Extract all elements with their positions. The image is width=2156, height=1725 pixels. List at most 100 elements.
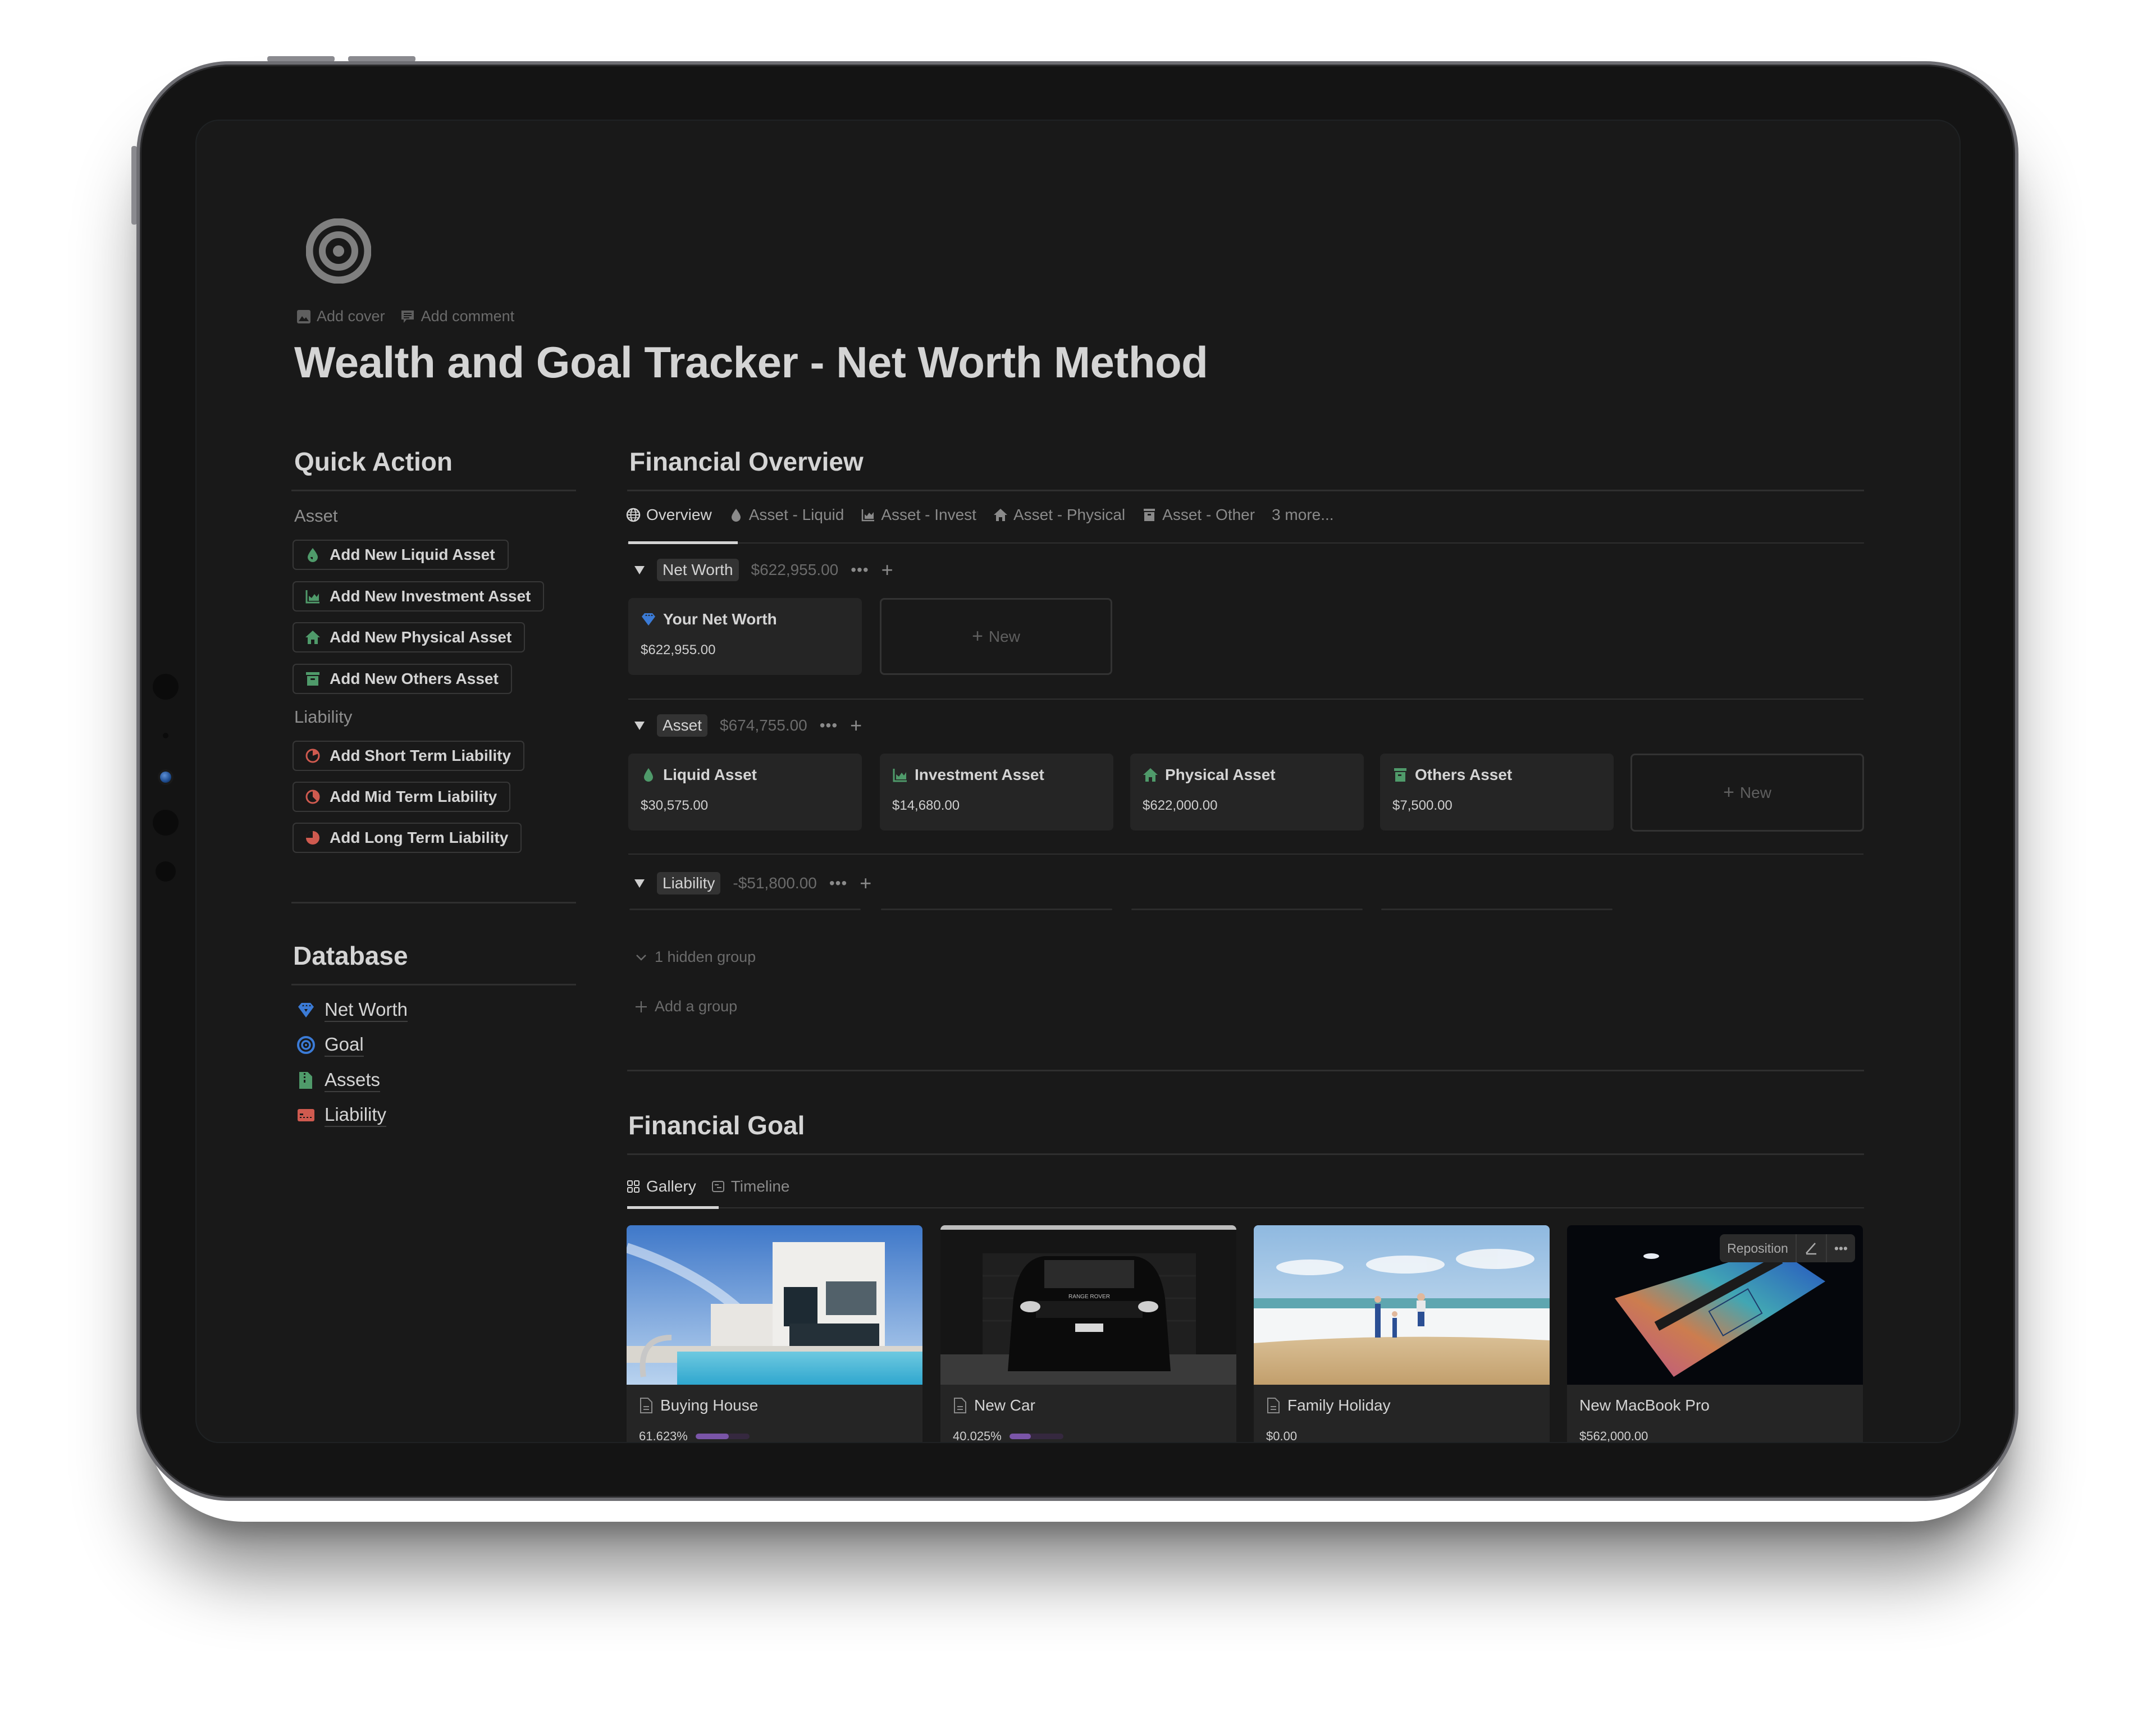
page-title[interactable]: Wealth and Goal Tracker - Net Worth Meth… bbox=[294, 337, 1208, 388]
new-card-button[interactable]: + New bbox=[1630, 754, 1864, 832]
collapse-caret-icon[interactable] bbox=[634, 721, 645, 730]
hidden-groups-label: 1 hidden group bbox=[655, 948, 756, 965]
tab-label: Asset - Invest bbox=[881, 506, 976, 523]
card-progress: 40.025% bbox=[953, 1429, 1063, 1442]
card-title-text: New Car bbox=[974, 1397, 1035, 1414]
tab-asset-physical[interactable]: Asset - Physical bbox=[993, 506, 1125, 524]
card-title-text: Liquid Asset bbox=[663, 766, 757, 783]
edit-cover-button[interactable] bbox=[1795, 1234, 1826, 1262]
database-link-assets[interactable]: Assets bbox=[296, 1069, 381, 1092]
database-link-liability[interactable]: Liability bbox=[296, 1103, 387, 1127]
card-title: Your Net Worth bbox=[641, 610, 777, 628]
tab-timeline[interactable]: Timeline bbox=[711, 1178, 790, 1195]
financial-overview-heading: Financial Overview bbox=[629, 447, 864, 476]
divider bbox=[291, 490, 576, 491]
new-card-button[interactable]: + New bbox=[880, 598, 1112, 675]
target-icon[interactable] bbox=[306, 218, 371, 284]
reposition-button[interactable]: Reposition bbox=[1720, 1234, 1796, 1262]
more-options-icon[interactable]: ••• bbox=[820, 717, 838, 734]
group-header-net-worth: Net Worth $622,955.00 ••• + bbox=[634, 559, 893, 581]
collapse-caret-icon[interactable] bbox=[634, 879, 645, 888]
card-value: $622,955.00 bbox=[641, 642, 716, 658]
button-label: Add New Others Asset bbox=[330, 670, 499, 687]
goal-value: $562,000.00 bbox=[1579, 1429, 1648, 1443]
button-label: Add New Liquid Asset bbox=[330, 546, 495, 563]
add-investment-asset-button[interactable]: Add New Investment Asset bbox=[293, 581, 545, 611]
gallery-grid-icon bbox=[627, 1180, 640, 1193]
tab-asset-liquid[interactable]: Asset - Liquid bbox=[729, 506, 844, 524]
more-options-icon: ••• bbox=[1834, 1240, 1848, 1256]
asset-section-label: Asset bbox=[294, 506, 338, 526]
sensor bbox=[153, 810, 179, 836]
add-card-icon[interactable]: + bbox=[881, 560, 893, 580]
database-link-net-worth[interactable]: Net Worth bbox=[296, 998, 408, 1022]
credit-card-icon bbox=[298, 1109, 314, 1121]
droplet-icon bbox=[644, 768, 653, 782]
add-group-button[interactable]: Add a group bbox=[634, 998, 737, 1015]
add-comment-label: Add comment bbox=[421, 308, 515, 325]
database-link-label: Assets bbox=[325, 1069, 381, 1092]
globe-icon bbox=[626, 508, 641, 522]
card-title: Physical Asset bbox=[1143, 766, 1276, 784]
board-card[interactable]: Your Net Worth $622,955.00 bbox=[628, 598, 862, 675]
plus-icon: + bbox=[1723, 782, 1734, 803]
add-cover-button[interactable]: Add cover bbox=[296, 308, 385, 325]
group-header-asset: Asset $674,755.00 ••• + bbox=[634, 714, 862, 737]
tab-overview[interactable]: Overview bbox=[626, 506, 712, 524]
tab-asset-invest[interactable]: Asset - Invest bbox=[861, 506, 976, 524]
card-title: Family Holiday bbox=[1266, 1397, 1391, 1414]
target-icon bbox=[297, 1036, 315, 1054]
add-liquid-asset-button[interactable]: Add New Liquid Asset bbox=[293, 540, 509, 570]
front-camera bbox=[160, 772, 171, 783]
chart-icon bbox=[305, 590, 319, 604]
gallery-card-family-holiday[interactable]: Family Holiday $0.00 bbox=[1254, 1225, 1550, 1442]
database-link-goal[interactable]: Goal bbox=[296, 1033, 364, 1057]
add-physical-asset-button[interactable]: Add New Physical Asset bbox=[293, 622, 526, 652]
quick-action-heading: Quick Action bbox=[294, 447, 453, 476]
card-edge bbox=[1131, 909, 1363, 910]
card-title-text: Physical Asset bbox=[1165, 766, 1276, 783]
tab-more-views[interactable]: 3 more... bbox=[1272, 506, 1333, 524]
hidden-groups-toggle[interactable]: 1 hidden group bbox=[634, 948, 756, 966]
more-options-icon[interactable]: ••• bbox=[851, 561, 869, 579]
gallery-card-buying-house[interactable]: Buying House 61.623% bbox=[627, 1225, 922, 1442]
tab-asset-other[interactable]: Asset - Other bbox=[1142, 506, 1255, 524]
board-card[interactable]: Liquid Asset $30,575.00 bbox=[628, 754, 862, 830]
tab-label: Gallery bbox=[646, 1178, 696, 1195]
add-comment-button[interactable]: Add comment bbox=[400, 308, 515, 325]
button-label: Add New Physical Asset bbox=[330, 628, 512, 646]
card-edge bbox=[881, 909, 1112, 910]
tab-label: Timeline bbox=[730, 1178, 790, 1195]
house-icon bbox=[305, 631, 320, 644]
archive-box-icon bbox=[1394, 768, 1406, 782]
add-long-term-liability-button[interactable]: Add Long Term Liability bbox=[293, 823, 522, 853]
divider bbox=[627, 1070, 1864, 1071]
tab-gallery[interactable]: Gallery bbox=[626, 1178, 696, 1195]
add-short-term-liability-button[interactable]: Add Short Term Liability bbox=[293, 741, 525, 771]
divider bbox=[628, 854, 1863, 855]
card-title-text: Others Asset bbox=[1415, 766, 1513, 783]
add-card-icon[interactable]: + bbox=[860, 873, 871, 893]
gallery-card-new-car[interactable]: RANGE ROVER New Car 40.025% bbox=[940, 1225, 1236, 1442]
card-title: Others Asset bbox=[1392, 766, 1512, 784]
gallery-card-new-macbook-pro[interactable]: Reposition ••• New MacBook Pro $562,000.… bbox=[1567, 1225, 1863, 1443]
database-heading: Database bbox=[293, 941, 408, 970]
collapse-caret-icon[interactable] bbox=[634, 565, 645, 574]
board-card[interactable]: Others Asset $7,500.00 bbox=[1380, 754, 1614, 830]
image-icon bbox=[297, 309, 310, 323]
sensor bbox=[153, 674, 179, 700]
page-icon bbox=[954, 1398, 966, 1413]
add-others-asset-button[interactable]: Add New Others Asset bbox=[293, 664, 512, 694]
card-title: Buying House bbox=[639, 1397, 758, 1414]
add-card-icon[interactable]: + bbox=[850, 715, 862, 736]
chart-icon bbox=[862, 509, 875, 522]
more-options-icon[interactable]: ••• bbox=[829, 874, 847, 892]
button-label: Add Short Term Liability bbox=[330, 747, 511, 764]
board-card[interactable]: Investment Asset $14,680.00 bbox=[880, 754, 1113, 830]
progress-fill bbox=[1009, 1434, 1031, 1439]
group-name: Asset bbox=[657, 714, 708, 737]
board-card[interactable]: Physical Asset $622,000.00 bbox=[1130, 754, 1364, 830]
cover-more-button[interactable]: ••• bbox=[1825, 1234, 1855, 1262]
add-mid-term-liability-button[interactable]: Add Mid Term Liability bbox=[293, 782, 511, 812]
divider bbox=[627, 490, 1864, 491]
